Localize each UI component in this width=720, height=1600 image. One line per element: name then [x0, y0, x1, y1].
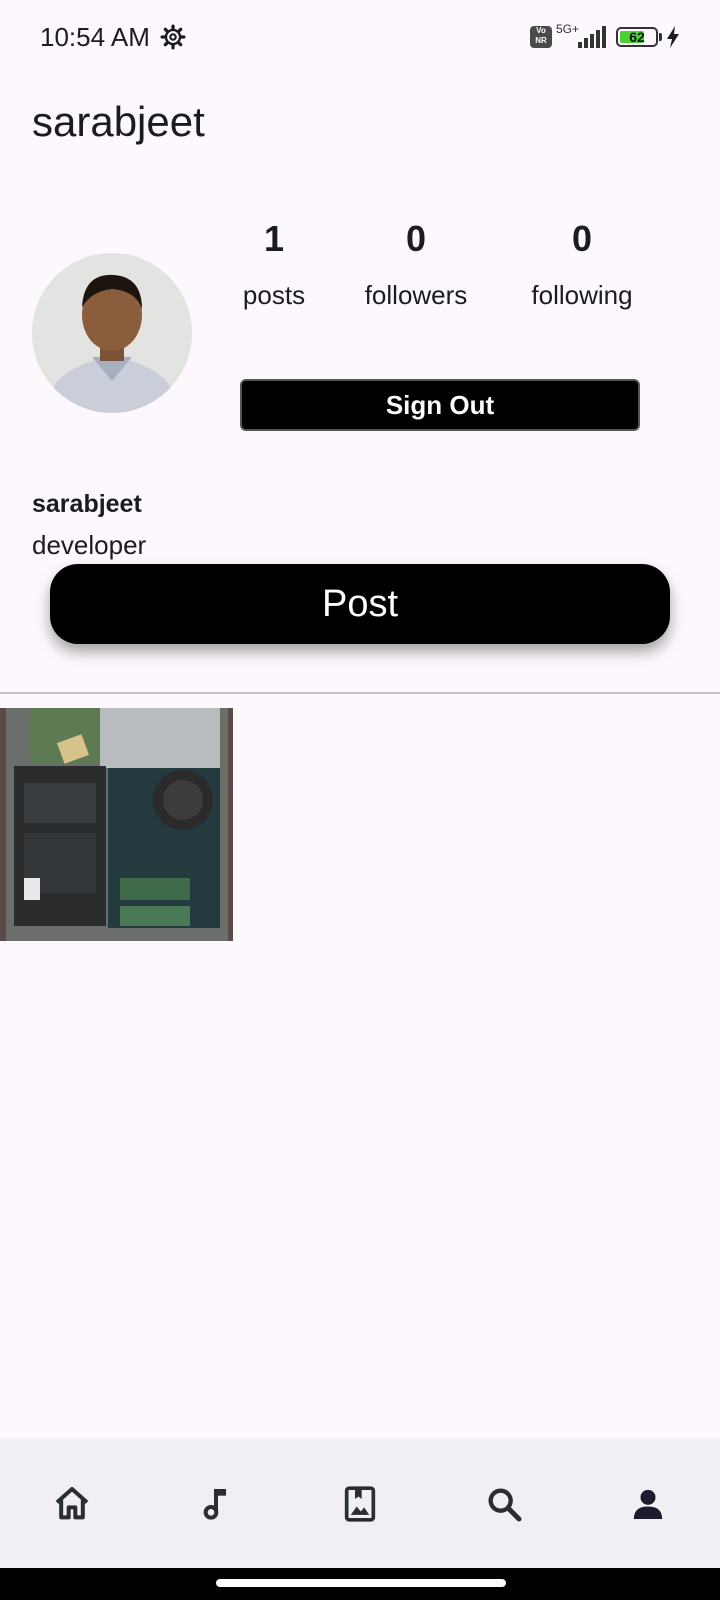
battery-icon: 62 — [616, 27, 658, 47]
settings-gear-icon — [160, 24, 186, 50]
bio-name: sarabjeet — [32, 490, 142, 518]
search-icon[interactable] — [484, 1484, 524, 1524]
home-gesture-handle[interactable] — [216, 1579, 506, 1587]
posts-count: 1 — [263, 218, 285, 259]
battery-level: 62 — [629, 29, 645, 45]
page-title: sarabjeet — [32, 98, 205, 145]
music-note-icon[interactable] — [196, 1484, 236, 1524]
status-time: 10:54 AM — [40, 22, 150, 52]
volte-icon: Vo NR — [530, 26, 552, 48]
post-button[interactable]: Post — [50, 564, 670, 644]
signal-strength-icon — [578, 26, 606, 48]
posts-label: posts — [242, 280, 306, 310]
followers-count: 0 — [405, 218, 427, 259]
bottom-navigation — [0, 1438, 720, 1568]
stat-followers[interactable]: 0 followers — [341, 218, 491, 311]
following-label: following — [531, 280, 633, 310]
sign-out-button[interactable]: Sign Out — [240, 379, 640, 431]
avatar[interactable] — [32, 253, 192, 413]
home-icon[interactable] — [52, 1484, 92, 1524]
stat-posts[interactable]: 1 posts — [199, 218, 349, 311]
stat-following[interactable]: 0 following — [507, 218, 657, 311]
divider — [0, 692, 720, 694]
charging-bolt-icon — [667, 26, 679, 48]
gallery-icon[interactable] — [340, 1484, 380, 1524]
following-count: 0 — [571, 218, 593, 259]
followers-label: followers — [364, 280, 468, 310]
battery-tip — [659, 33, 662, 41]
post-thumbnail[interactable] — [0, 708, 233, 941]
post-image — [0, 708, 233, 941]
bio-text: developer — [32, 530, 147, 560]
avatar-photo — [32, 253, 192, 413]
network-type: 5G+ — [556, 22, 580, 36]
person-icon[interactable] — [628, 1484, 668, 1524]
